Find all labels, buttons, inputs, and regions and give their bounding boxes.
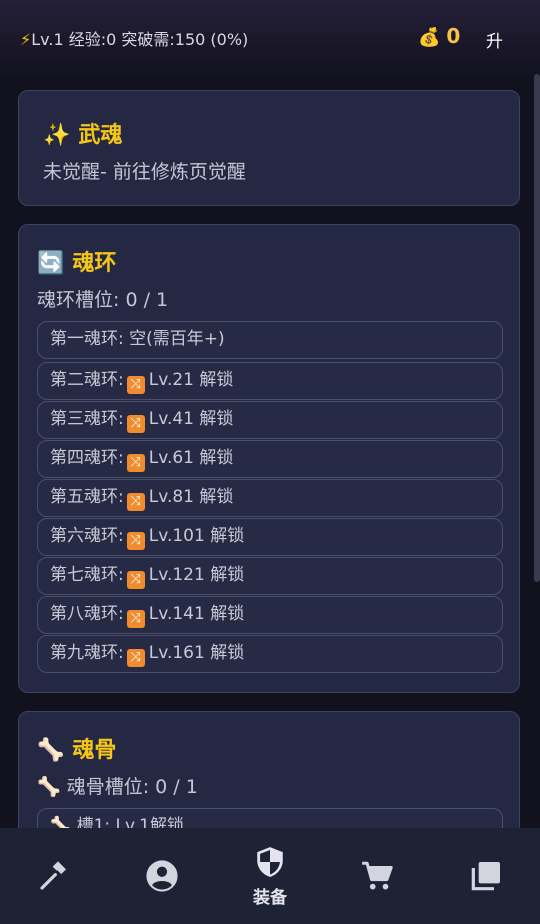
wuhun-title: ✨ 武魂: [43, 117, 122, 149]
hunhuan-slots: 魂环槽位: 0 / 1: [37, 289, 169, 311]
nav-item-shop[interactable]: [345, 828, 409, 924]
ring-slot-2[interactable]: 第二魂环: ⤨ Lv.21 解锁: [37, 362, 503, 400]
status-text: Lv.1 经验:0 突破需:150 (0%): [31, 30, 249, 49]
lightning-icon: ⚡: [20, 30, 32, 49]
ring-name: 第六魂环:: [50, 526, 124, 546]
shuffle-icon: ⤨: [126, 649, 145, 667]
bottom-nav: 装备: [0, 828, 540, 924]
ring-slot-4[interactable]: 第四魂环: ⤨ Lv.61 解锁: [37, 440, 503, 478]
bone-icon: 🦴: [37, 738, 65, 763]
ring-status: Lv.141 解锁: [148, 604, 245, 624]
shuffle-icon: ⤨: [126, 493, 145, 511]
shield-icon: [257, 846, 283, 877]
wuhun-status: 未觉醒- 前往修炼页觉醒: [43, 161, 246, 183]
nav-item-equip[interactable]: 装备: [230, 828, 310, 924]
hunhuan-title-text: 魂环: [72, 251, 117, 276]
account-icon: [146, 860, 178, 892]
hammer-icon: [40, 861, 66, 890]
ring-name: 第二魂环:: [50, 370, 124, 390]
ring-status: Lv.81 解锁: [148, 487, 234, 507]
bone-slot-text: 槽1: Lv.1解锁: [76, 816, 184, 828]
hungu-slots-text: 魂骨槽位: 0 / 1: [66, 776, 198, 798]
stack-icon: [471, 862, 500, 891]
bone-icon: 🦴: [50, 816, 72, 828]
ring-name: 第九魂环:: [50, 643, 124, 663]
shuffle-icon: ⤨: [126, 532, 145, 550]
ring-name: 第五魂环:: [50, 487, 124, 507]
content-area[interactable]: ✨ 武魂 未觉醒- 前往修炼页觉醒 🔄 魂环 魂环槽位: 0 / 1 第一魂环: 空…: [0, 74, 540, 828]
nav-item-collection[interactable]: [454, 828, 518, 924]
bone-slot-1[interactable]: 🦴 槽1: Lv.1解锁: [37, 808, 503, 828]
upgrade-button[interactable]: 升: [486, 27, 503, 52]
hunhuan-card: 🔄 魂环 魂环槽位: 0 / 1 第一魂环: 空(需百年+) 第二魂环: ⤨ Lv.2…: [18, 224, 520, 693]
money-bag-icon: 💰: [418, 27, 441, 48]
nav-item-profile[interactable]: [130, 828, 194, 924]
ring-slot-8[interactable]: 第八魂环: ⤨ Lv.141 解锁: [37, 596, 503, 634]
top-bar: ⚡Lv.1 经验:0 突破需:150 (0%) 💰 0 升: [0, 0, 540, 74]
nav-label-equip: 装备: [253, 887, 287, 908]
sparkles-icon: ✨: [43, 123, 71, 148]
hunhuan-title: 🔄 魂环: [37, 245, 116, 277]
hungu-title: 🦴 魂骨: [37, 732, 116, 764]
ring-slot-5[interactable]: 第五魂环: ⤨ Lv.81 解锁: [37, 479, 503, 517]
ring-name: 第三魂环:: [50, 409, 124, 429]
ring-status: 空(需百年+): [129, 329, 225, 349]
scrollbar[interactable]: [534, 74, 540, 582]
hungu-card: 🦴 魂骨 🦴 魂骨槽位: 0 / 1 🦴 槽1: Lv.1解锁: [18, 711, 520, 828]
coin-count: 0: [446, 24, 461, 48]
ring-slot-3[interactable]: 第三魂环: ⤨ Lv.41 解锁: [37, 401, 503, 439]
ring-slot-1[interactable]: 第一魂环: 空(需百年+): [37, 321, 503, 359]
ring-name: 第一魂环:: [50, 329, 124, 349]
nav-item-cultivate[interactable]: [22, 828, 86, 924]
cart-icon: [362, 861, 393, 890]
ring-slot-7[interactable]: 第七魂环: ⤨ Lv.121 解锁: [37, 557, 503, 595]
shuffle-icon: ⤨: [126, 415, 145, 433]
hungu-slots: 🦴 魂骨槽位: 0 / 1: [37, 772, 198, 799]
coin-display: 💰 0: [418, 24, 460, 48]
shuffle-icon: ⤨: [126, 376, 145, 394]
ring-status: Lv.161 解锁: [148, 643, 245, 663]
wuhun-card: ✨ 武魂 未觉醒- 前往修炼页觉醒: [18, 90, 520, 206]
shuffle-icon: ⤨: [126, 571, 145, 589]
wuhun-title-text: 武魂: [78, 123, 123, 148]
shuffle-icon: ⤨: [126, 454, 145, 472]
ring-status: Lv.121 解锁: [148, 565, 245, 585]
ring-slot-9[interactable]: 第九魂环: ⤨ Lv.161 解锁: [37, 635, 503, 673]
bone-icon: 🦴: [37, 776, 61, 798]
ring-status: Lv.21 解锁: [148, 370, 234, 390]
shuffle-icon: ⤨: [126, 610, 145, 628]
ring-status: Lv.41 解锁: [148, 409, 234, 429]
ring-status: Lv.61 解锁: [148, 448, 234, 468]
ring-name: 第七魂环:: [50, 565, 124, 585]
ring-status: Lv.101 解锁: [148, 526, 245, 546]
hungu-title-text: 魂骨: [72, 738, 117, 763]
ring-slot-6[interactable]: 第六魂环: ⤨ Lv.101 解锁: [37, 518, 503, 556]
ring-name: 第四魂环:: [50, 448, 124, 468]
cycle-icon: 🔄: [37, 251, 65, 276]
ring-name: 第八魂环:: [50, 604, 124, 624]
player-status: ⚡Lv.1 经验:0 突破需:150 (0%): [20, 26, 248, 50]
